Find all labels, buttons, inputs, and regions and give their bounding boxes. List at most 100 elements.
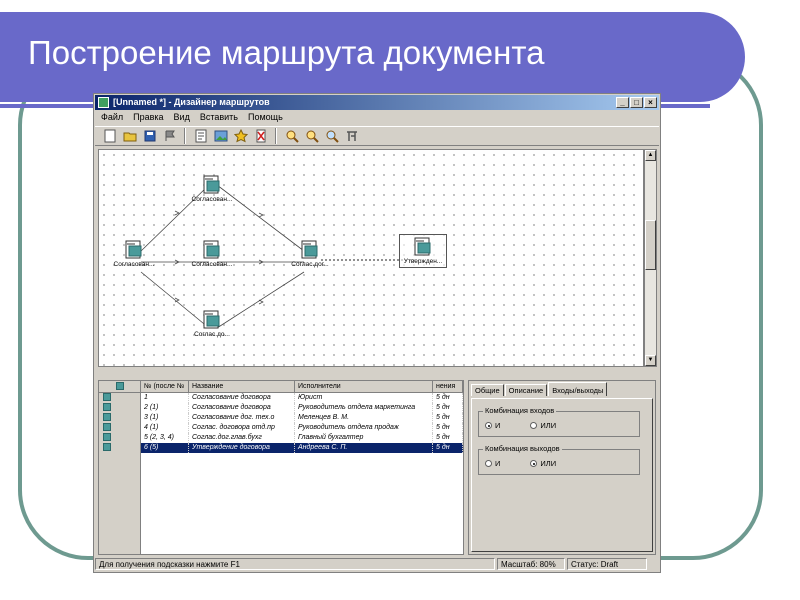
- star-icon[interactable]: [232, 128, 249, 144]
- cell-number: 3 (1): [141, 413, 189, 423]
- group-title: Комбинация входов: [483, 406, 557, 415]
- group-title: Комбинация выходов: [483, 444, 562, 453]
- route-canvas[interactable]: Согласован... Согласован... Согласован..…: [98, 149, 644, 367]
- cell-name: Соглас.дог.глав.бухг: [189, 433, 295, 443]
- open-icon[interactable]: [121, 128, 138, 144]
- delete-icon[interactable]: [252, 128, 269, 144]
- outputs-combination-group: Комбинация выходов И ИЛИ: [478, 444, 640, 475]
- zoom-fit-icon[interactable]: [323, 128, 340, 144]
- scroll-thumb[interactable]: [645, 220, 656, 270]
- inputs-and-radio[interactable]: И: [485, 421, 500, 430]
- node-document-icon: [413, 237, 433, 257]
- cell-term: 5 дн: [433, 423, 463, 433]
- cell-name: Согласование договора: [189, 393, 295, 403]
- scroll-down-icon[interactable]: ▼: [645, 355, 656, 366]
- cell-number: 1: [141, 393, 189, 403]
- toolbar-separator: [275, 128, 277, 144]
- new-icon[interactable]: [101, 128, 118, 144]
- row-icon: [99, 393, 141, 403]
- menubar: Файл Правка Вид Вставить Помощь: [95, 111, 659, 124]
- scroll-up-icon[interactable]: ▲: [645, 150, 656, 161]
- menu-view[interactable]: Вид: [174, 111, 190, 124]
- menu-help[interactable]: Помощь: [248, 111, 283, 124]
- canvas-vertical-scrollbar[interactable]: ▲ ▼: [644, 149, 657, 367]
- flag-icon[interactable]: [161, 128, 178, 144]
- table-row[interactable]: 1 Согласование договора Юрист 5 дн: [99, 393, 463, 403]
- row-icon: [99, 413, 141, 423]
- table-row-selected[interactable]: 6 (5) Утверждение договора Андреева С. П…: [99, 443, 463, 453]
- col-header-name[interactable]: Название: [189, 381, 295, 392]
- menu-file[interactable]: Файл: [101, 111, 123, 124]
- maximize-button[interactable]: □: [630, 97, 643, 108]
- node-document-icon: [300, 240, 320, 260]
- toolbar: [95, 126, 659, 146]
- node-label: Соглас.дог...: [291, 261, 329, 268]
- cell-term: 5 дн: [433, 403, 463, 413]
- node-document-icon: [124, 240, 144, 260]
- grid-header-icon: [115, 382, 124, 391]
- zoom-in-icon[interactable]: [283, 128, 300, 144]
- menu-edit[interactable]: Правка: [133, 111, 163, 124]
- cell-performer: Меленцев В. М.: [295, 413, 433, 423]
- status-hint: Для получения подсказки нажмите F1: [95, 558, 495, 570]
- save-icon[interactable]: [141, 128, 158, 144]
- cell-term: 5 дн: [433, 443, 463, 453]
- status-zoom: Масштаб: 80%: [497, 558, 565, 570]
- toolbar-separator: [184, 128, 186, 144]
- inputs-combination-group: Комбинация входов И ИЛИ: [478, 406, 640, 437]
- cell-performer: Руководитель отдела продаж: [295, 423, 433, 433]
- node-label: Согласован...: [191, 196, 233, 203]
- cell-performer: Главный бухгалтер: [295, 433, 433, 443]
- table-row[interactable]: 3 (1) Согласование дог. тех.о Меленцев В…: [99, 413, 463, 423]
- outputs-and-radio[interactable]: И: [485, 459, 500, 468]
- table-row[interactable]: 2 (1) Согласование договора Руководитель…: [99, 403, 463, 413]
- route-node-selected[interactable]: Утвержден...: [399, 234, 447, 268]
- properties-panel: Общие Описание Входы/выходы Комбинация в…: [468, 380, 656, 555]
- row-icon: [99, 423, 141, 433]
- table-row[interactable]: 5 (2, 3, 4) Соглас.дог.глав.бухг Главный…: [99, 433, 463, 443]
- zoom-out-icon[interactable]: [303, 128, 320, 144]
- outputs-or-radio[interactable]: ИЛИ: [530, 459, 556, 468]
- table-row[interactable]: 4 (1) Соглас. договора отд.пр Руководите…: [99, 423, 463, 433]
- minimize-button[interactable]: _: [616, 97, 629, 108]
- stages-grid: № (после № Название Исполнители нения 1 …: [98, 380, 464, 555]
- grid-header: № (после № Название Исполнители нения: [99, 381, 463, 393]
- splitter[interactable]: [98, 367, 644, 375]
- cell-name: Соглас. договора отд.пр: [189, 423, 295, 433]
- slide-title: Построение маршрута документа: [28, 34, 545, 71]
- status-state: Статус: Draft: [567, 558, 647, 570]
- node-label: Согласован...: [113, 261, 155, 268]
- cell-number: 6 (5): [141, 443, 189, 453]
- route-node[interactable]: Согласован...: [181, 240, 243, 268]
- node-document-icon: [202, 175, 222, 195]
- cell-name: Согласование договора: [189, 403, 295, 413]
- image-icon[interactable]: [212, 128, 229, 144]
- document-icon[interactable]: [192, 128, 209, 144]
- cell-name: Согласование дог. тех.о: [189, 413, 295, 423]
- window-titlebar[interactable]: [Unnamed *] - Дизайнер маршрутов _ □ ×: [95, 95, 659, 110]
- tab-inputs-outputs[interactable]: Входы/выходы: [548, 382, 608, 396]
- node-label: Утвержден...: [403, 258, 443, 265]
- route-node[interactable]: Согласован...: [103, 240, 165, 268]
- cell-performer: Юрист: [295, 393, 433, 403]
- cell-performer: Андреева С. П.: [295, 443, 433, 453]
- tab-description[interactable]: Описание: [504, 384, 548, 396]
- route-node[interactable]: Соглас.до...: [181, 310, 243, 338]
- cell-term: 5 дн: [433, 413, 463, 423]
- node-document-icon: [202, 310, 222, 330]
- col-header-term[interactable]: нения: [433, 381, 463, 392]
- col-header-number[interactable]: № (после №: [141, 381, 189, 392]
- route-node[interactable]: Согласован...: [181, 175, 243, 203]
- node-document-icon: [202, 240, 222, 260]
- close-button[interactable]: ×: [644, 97, 657, 108]
- app-icon: [98, 97, 109, 108]
- cell-term: 5 дн: [433, 393, 463, 403]
- settings-icon[interactable]: [343, 128, 360, 144]
- row-icon: [99, 403, 141, 413]
- node-label: Соглас.до...: [194, 331, 230, 338]
- route-node[interactable]: Соглас.дог...: [279, 240, 341, 268]
- inputs-or-radio[interactable]: ИЛИ: [530, 421, 556, 430]
- col-header-performers[interactable]: Исполнители: [295, 381, 433, 392]
- tab-general[interactable]: Общие: [471, 384, 504, 396]
- menu-insert[interactable]: Вставить: [200, 111, 238, 124]
